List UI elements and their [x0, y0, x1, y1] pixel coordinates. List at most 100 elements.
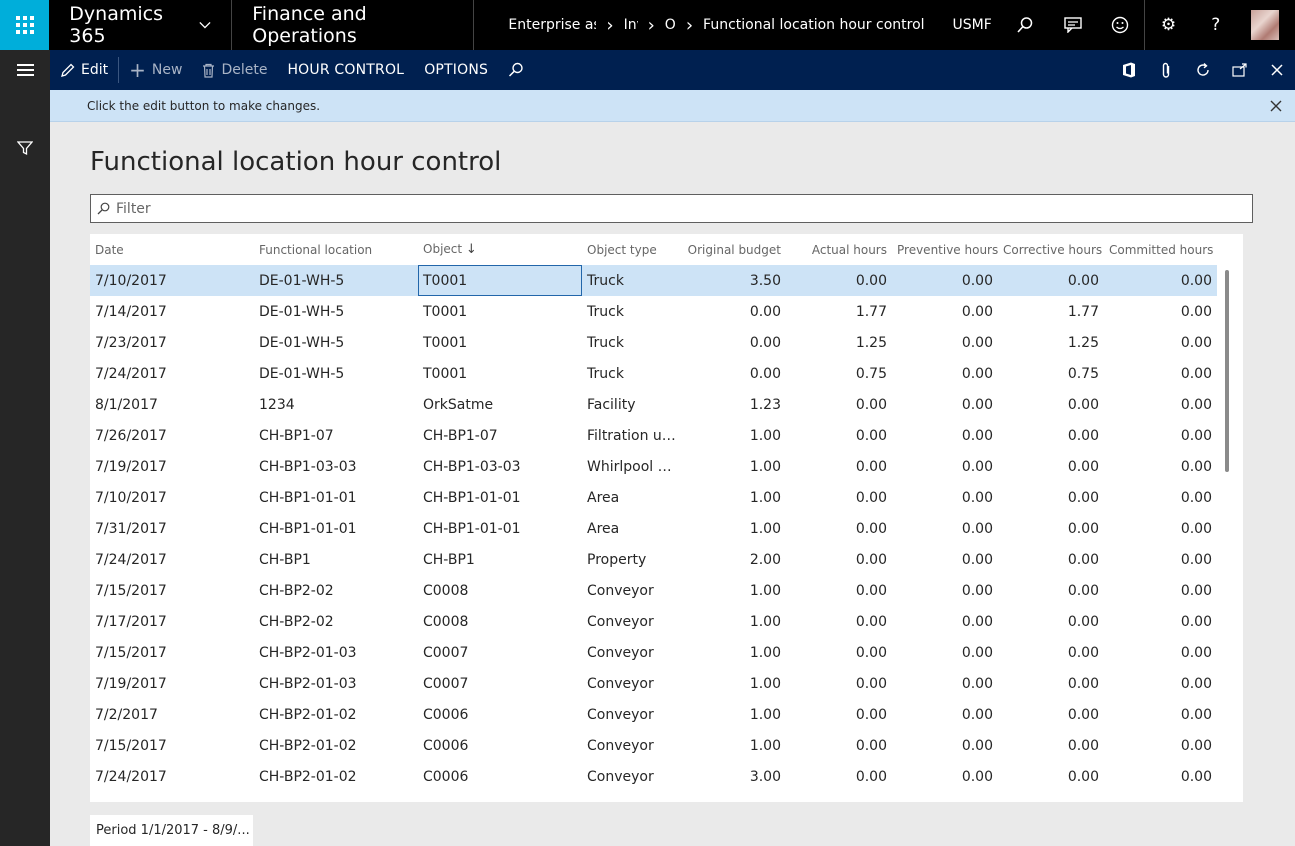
- cell-date[interactable]: 7/17/2017: [90, 606, 254, 637]
- cell-object[interactable]: C0008: [418, 575, 582, 606]
- table-row[interactable]: 7/24/2017 CH-BP1 CH-BP1 Property 2.00 0.00 0.0…: [90, 544, 1217, 575]
- cell-corrective-hours[interactable]: 1.77: [998, 296, 1104, 327]
- cell-original-budget[interactable]: 1.00: [682, 606, 786, 637]
- cell-functional-location[interactable]: CH-BP2-01-03: [254, 668, 418, 699]
- column-header-actual-hours[interactable]: Actual hours: [786, 234, 892, 265]
- breadcrumb-item-enterprise[interactable]: Enterprise asse: [508, 17, 596, 33]
- cell-functional-location[interactable]: DE-01-WH-5: [254, 327, 418, 358]
- cell-object-type[interactable]: Property: [582, 544, 682, 575]
- cell-original-budget[interactable]: 2.00: [682, 544, 786, 575]
- cell-committed-hours[interactable]: 0.00: [1104, 668, 1217, 699]
- cell-date[interactable]: 7/15/2017: [90, 575, 254, 606]
- cell-functional-location[interactable]: DE-01-WH-5: [254, 358, 418, 389]
- cell-preventive-hours[interactable]: 0.00: [892, 513, 998, 544]
- cell-functional-location[interactable]: CH-BP1-01-01: [254, 513, 418, 544]
- table-row[interactable]: 7/19/2017 CH-BP2-01-03 C0007 Conveyor 1.00 0.…: [90, 668, 1217, 699]
- cell-object[interactable]: C0006: [418, 761, 582, 792]
- office-button[interactable]: [1110, 50, 1147, 90]
- cell-preventive-hours[interactable]: 0.00: [892, 358, 998, 389]
- attach-button[interactable]: [1147, 50, 1184, 90]
- cell-object[interactable]: C0007: [418, 637, 582, 668]
- cell-preventive-hours[interactable]: 0.00: [892, 730, 998, 761]
- delete-button[interactable]: Delete: [192, 50, 277, 90]
- cell-object[interactable]: CH-BP1: [418, 544, 582, 575]
- cell-corrective-hours[interactable]: 0.00: [998, 451, 1104, 482]
- cell-corrective-hours[interactable]: 0.75: [998, 358, 1104, 389]
- column-header-object-type[interactable]: Object type: [582, 234, 682, 265]
- cell-date[interactable]: 7/14/2017: [90, 296, 254, 327]
- column-header-functional-location[interactable]: Functional location: [254, 234, 418, 265]
- cell-corrective-hours[interactable]: 0.00: [998, 761, 1104, 792]
- cell-preventive-hours[interactable]: 0.00: [892, 544, 998, 575]
- messages-button[interactable]: [1049, 0, 1096, 50]
- cell-actual-hours[interactable]: 0.00: [786, 699, 892, 730]
- filter-box[interactable]: Filter: [90, 194, 1253, 223]
- cell-object[interactable]: CH-BP1-01-01: [418, 482, 582, 513]
- cell-functional-location[interactable]: CH-BP2-02: [254, 575, 418, 606]
- close-button[interactable]: [1258, 50, 1295, 90]
- cell-date[interactable]: 7/10/2017: [90, 482, 254, 513]
- cell-functional-location[interactable]: CH-BP2-01-02: [254, 730, 418, 761]
- table-row[interactable]: 7/15/2017 CH-BP2-01-03 C0007 Conveyor 1.00 0.…: [90, 637, 1217, 668]
- cell-date[interactable]: 7/23/2017: [90, 327, 254, 358]
- cell-date[interactable]: 7/26/2017: [90, 420, 254, 451]
- tab-options[interactable]: OPTIONS: [414, 50, 498, 90]
- cell-original-budget[interactable]: 1.00: [682, 482, 786, 513]
- cell-committed-hours[interactable]: 0.00: [1104, 358, 1217, 389]
- cell-committed-hours[interactable]: 0.00: [1104, 513, 1217, 544]
- cell-preventive-hours[interactable]: 0.00: [892, 265, 998, 296]
- cell-corrective-hours[interactable]: 0.00: [998, 637, 1104, 668]
- cell-original-budget[interactable]: 1.00: [682, 451, 786, 482]
- cell-object-type[interactable]: Conveyor: [582, 730, 682, 761]
- cell-actual-hours[interactable]: 0.00: [786, 761, 892, 792]
- cell-original-budget[interactable]: 1.00: [682, 730, 786, 761]
- avatar[interactable]: [1251, 10, 1280, 40]
- cell-object-type[interactable]: Area: [582, 513, 682, 544]
- cell-object-type[interactable]: Area: [582, 482, 682, 513]
- column-header-date[interactable]: Date: [90, 234, 254, 265]
- cell-object-type[interactable]: Conveyor: [582, 637, 682, 668]
- cell-date[interactable]: 7/24/2017: [90, 358, 254, 389]
- cell-date[interactable]: 7/19/2017: [90, 668, 254, 699]
- cell-object[interactable]: C0008: [418, 606, 582, 637]
- refresh-button[interactable]: [1184, 50, 1221, 90]
- table-row[interactable]: 8/1/2017 1234 OrkSatme Facility 1.23 0.00 0.00…: [90, 389, 1217, 420]
- table-row[interactable]: 7/14/2017 DE-01-WH-5 T0001 Truck 0.00 1.77 0.0…: [90, 296, 1217, 327]
- cell-object-type[interactable]: Facility: [582, 389, 682, 420]
- cell-original-budget[interactable]: 1.00: [682, 513, 786, 544]
- cell-corrective-hours[interactable]: 0.00: [998, 730, 1104, 761]
- cell-corrective-hours[interactable]: 0.00: [998, 544, 1104, 575]
- cell-corrective-hours[interactable]: 0.00: [998, 265, 1104, 296]
- feedback-button[interactable]: [1096, 0, 1143, 50]
- cell-actual-hours[interactable]: 0.75: [786, 358, 892, 389]
- column-header-original-budget[interactable]: Original budget: [682, 234, 786, 265]
- cell-committed-hours[interactable]: 0.00: [1104, 606, 1217, 637]
- cell-committed-hours[interactable]: 0.00: [1104, 389, 1217, 420]
- cell-preventive-hours[interactable]: 0.00: [892, 296, 998, 327]
- filter-pane-button[interactable]: [0, 128, 50, 168]
- cell-original-budget[interactable]: 1.00: [682, 637, 786, 668]
- open-new-window-button[interactable]: [1221, 50, 1258, 90]
- table-row[interactable]: 7/31/2017 CH-BP1-01-01 CH-BP1-01-01 Area 1.0…: [90, 513, 1217, 544]
- cell-preventive-hours[interactable]: 0.00: [892, 389, 998, 420]
- cell-functional-location[interactable]: 1234: [254, 389, 418, 420]
- cell-actual-hours[interactable]: 0.00: [786, 389, 892, 420]
- breadcrumb-item-o[interactable]: O: [665, 17, 676, 33]
- cell-corrective-hours[interactable]: 0.00: [998, 606, 1104, 637]
- vertical-scrollbar[interactable]: [1217, 266, 1243, 806]
- cell-functional-location[interactable]: CH-BP2-01-02: [254, 761, 418, 792]
- cell-functional-location[interactable]: DE-01-WH-5: [254, 265, 418, 296]
- cell-corrective-hours[interactable]: 0.00: [998, 513, 1104, 544]
- cell-committed-hours[interactable]: 0.00: [1104, 482, 1217, 513]
- cell-date[interactable]: 7/15/2017: [90, 637, 254, 668]
- cell-functional-location[interactable]: CH-BP1-03-03: [254, 451, 418, 482]
- cell-functional-location[interactable]: CH-BP2-01-02: [254, 699, 418, 730]
- filter-input[interactable]: Filter: [116, 201, 151, 217]
- cell-functional-location[interactable]: CH-BP1-01-01: [254, 482, 418, 513]
- cell-object-type[interactable]: Conveyor: [582, 606, 682, 637]
- scrollbar-thumb[interactable]: [1225, 270, 1229, 472]
- cell-committed-hours[interactable]: 0.00: [1104, 420, 1217, 451]
- cell-object-type[interactable]: Conveyor: [582, 761, 682, 792]
- cell-actual-hours[interactable]: 0.00: [786, 265, 892, 296]
- cell-date[interactable]: 7/2/2017: [90, 699, 254, 730]
